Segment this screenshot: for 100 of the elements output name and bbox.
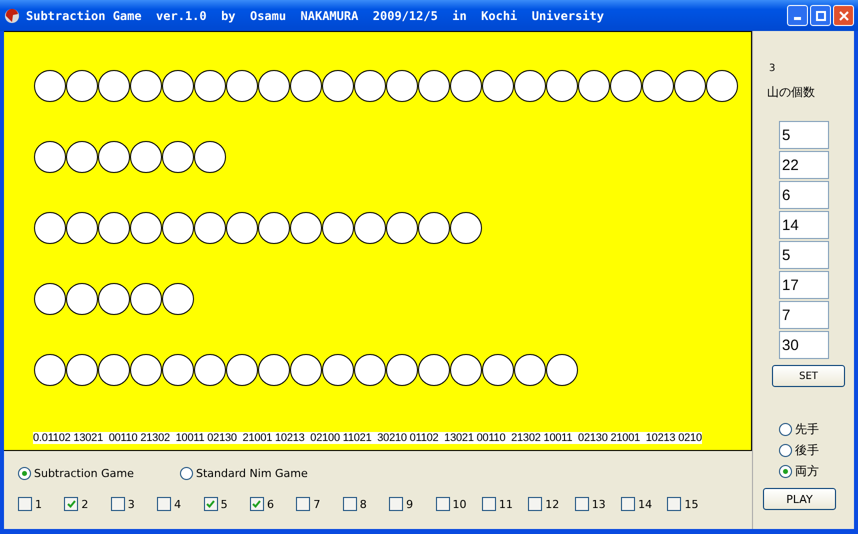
- stone[interactable]: [194, 354, 226, 386]
- checkbox[interactable]: [64, 497, 78, 511]
- stone[interactable]: [98, 283, 130, 315]
- stone[interactable]: [34, 141, 66, 173]
- checkbox[interactable]: [436, 497, 450, 511]
- checkbox[interactable]: [389, 497, 404, 511]
- stone[interactable]: [98, 212, 130, 244]
- stone[interactable]: [354, 354, 386, 386]
- number-field[interactable]: 5: [779, 241, 829, 269]
- stone[interactable]: [610, 70, 642, 102]
- stone[interactable]: [162, 283, 194, 315]
- stone[interactable]: [162, 141, 194, 173]
- set-button[interactable]: SET: [772, 365, 845, 387]
- number-field[interactable]: 5: [779, 121, 829, 149]
- checkbox[interactable]: [296, 497, 310, 511]
- checkbox[interactable]: [342, 497, 357, 511]
- stone[interactable]: [578, 70, 610, 102]
- stone[interactable]: [290, 354, 322, 386]
- stone[interactable]: [354, 212, 386, 244]
- stone[interactable]: [162, 354, 194, 386]
- stone[interactable]: [130, 354, 162, 386]
- stone[interactable]: [226, 70, 258, 102]
- stone[interactable]: [66, 354, 98, 386]
- stone[interactable]: [130, 283, 162, 315]
- stone[interactable]: [226, 354, 258, 386]
- stone[interactable]: [34, 283, 66, 315]
- stone[interactable]: [98, 70, 130, 102]
- radio-button[interactable]: [779, 423, 792, 436]
- stone[interactable]: [386, 70, 418, 102]
- stone[interactable]: [354, 70, 386, 102]
- stone[interactable]: [130, 70, 162, 102]
- radio-button[interactable]: [779, 444, 792, 457]
- stone[interactable]: [258, 212, 290, 244]
- checkbox[interactable]: [482, 497, 496, 511]
- radio-button[interactable]: [779, 465, 792, 478]
- stone[interactable]: [674, 70, 706, 102]
- stone[interactable]: [418, 70, 450, 102]
- checkbox-label: 8: [360, 498, 367, 510]
- checkbox[interactable]: [204, 497, 218, 511]
- stone[interactable]: [66, 212, 98, 244]
- stone[interactable]: [386, 212, 418, 244]
- checkbox[interactable]: [621, 497, 636, 511]
- stone[interactable]: [514, 70, 546, 102]
- play-button[interactable]: PLAY: [763, 488, 836, 510]
- stone[interactable]: [34, 354, 66, 386]
- stone[interactable]: [642, 70, 674, 102]
- checkbox[interactable]: [667, 497, 682, 511]
- stone[interactable]: [194, 70, 226, 102]
- stone[interactable]: [258, 354, 290, 386]
- number-field[interactable]: 30: [779, 331, 829, 359]
- stone[interactable]: [162, 212, 194, 244]
- stone[interactable]: [450, 212, 482, 244]
- stone[interactable]: [290, 212, 322, 244]
- radio-label: 先手: [795, 421, 819, 438]
- stone[interactable]: [98, 354, 130, 386]
- stone[interactable]: [258, 70, 290, 102]
- stone[interactable]: [418, 212, 450, 244]
- minimize-button[interactable]: [787, 5, 808, 26]
- number-field[interactable]: 14: [779, 211, 829, 239]
- stone[interactable]: [450, 70, 482, 102]
- checkbox[interactable]: [110, 497, 125, 511]
- stone[interactable]: [322, 212, 354, 244]
- stone[interactable]: [34, 70, 66, 102]
- checkbox[interactable]: [574, 497, 589, 511]
- stone[interactable]: [130, 212, 162, 244]
- number-field[interactable]: 6: [779, 181, 829, 209]
- stone[interactable]: [322, 70, 354, 102]
- radio-button[interactable]: [18, 467, 31, 480]
- stone[interactable]: [290, 70, 322, 102]
- stone[interactable]: [546, 354, 578, 386]
- checkbox[interactable]: [157, 497, 172, 511]
- stone[interactable]: [482, 70, 514, 102]
- stone[interactable]: [514, 354, 546, 386]
- stone[interactable]: [130, 141, 162, 173]
- checkbox[interactable]: [250, 497, 264, 511]
- stone[interactable]: [66, 283, 98, 315]
- stone[interactable]: [194, 212, 226, 244]
- maximize-button[interactable]: [810, 5, 831, 26]
- stone[interactable]: [66, 141, 98, 173]
- checkbox[interactable]: [528, 497, 542, 511]
- stone[interactable]: [706, 70, 738, 102]
- close-button[interactable]: [833, 5, 854, 26]
- stone[interactable]: [322, 354, 354, 386]
- stone[interactable]: [194, 141, 226, 173]
- stone[interactable]: [34, 212, 66, 244]
- number-label: 3: [769, 63, 776, 74]
- radio-button[interactable]: [180, 467, 193, 480]
- stone[interactable]: [450, 354, 482, 386]
- stone[interactable]: [98, 141, 130, 173]
- stone[interactable]: [546, 70, 578, 102]
- number-field[interactable]: 7: [779, 301, 829, 329]
- number-field[interactable]: 17: [779, 271, 829, 299]
- stone[interactable]: [386, 354, 418, 386]
- number-field[interactable]: 22: [779, 151, 829, 179]
- checkbox[interactable]: [18, 497, 32, 511]
- stone[interactable]: [162, 70, 194, 102]
- stone[interactable]: [482, 354, 514, 386]
- stone[interactable]: [226, 212, 258, 244]
- stone[interactable]: [66, 70, 98, 102]
- stone[interactable]: [418, 354, 450, 386]
